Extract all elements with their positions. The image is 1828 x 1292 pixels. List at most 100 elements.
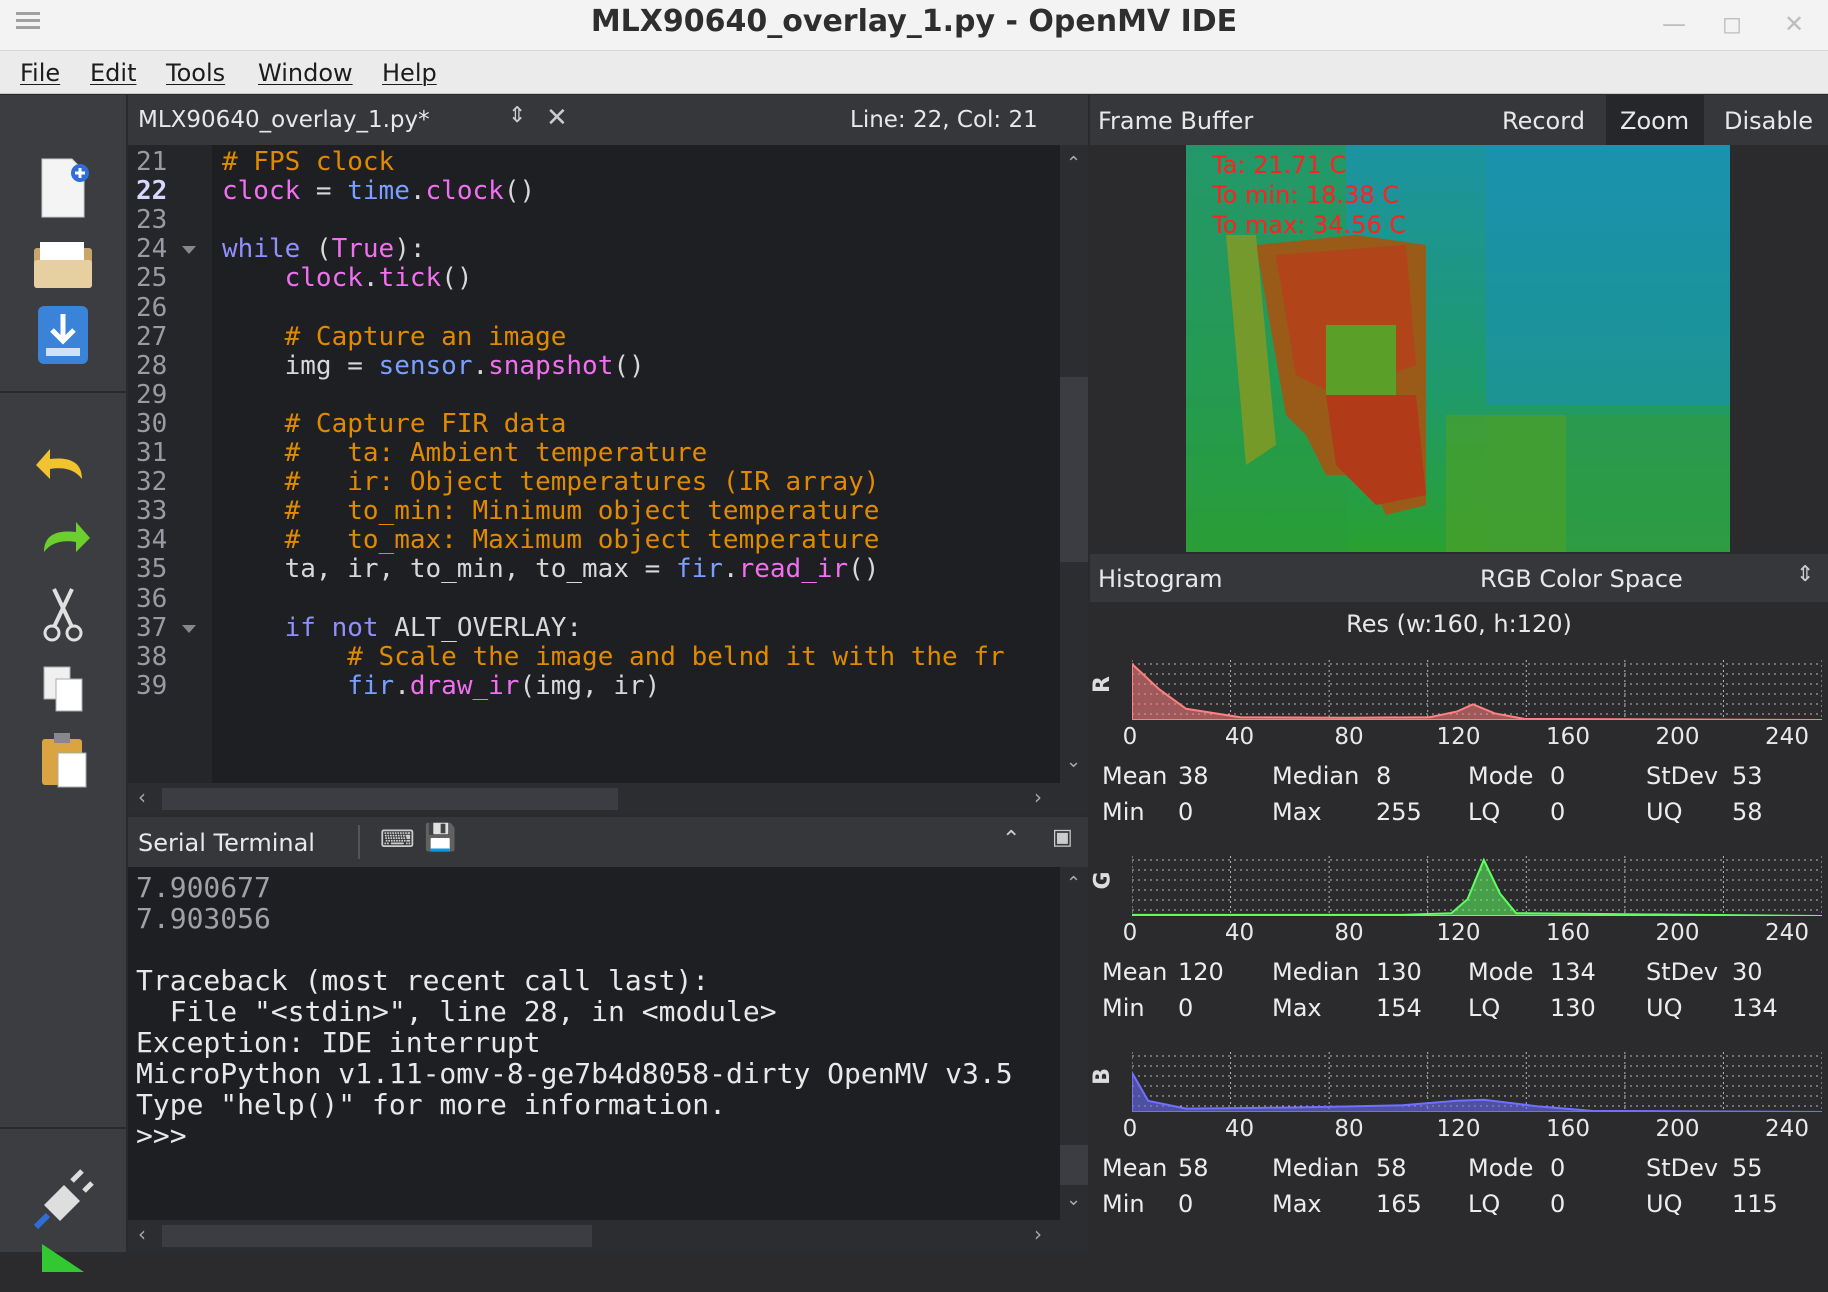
menu-file[interactable]: File xyxy=(20,59,60,87)
histogram-curve xyxy=(1132,662,1822,720)
fold-arrow-icon[interactable] xyxy=(182,246,196,255)
axis-tick-label: 80 xyxy=(1334,920,1364,946)
axis-tick-label: 160 xyxy=(1546,724,1590,750)
copy-icon[interactable] xyxy=(28,653,98,723)
resolution-label: Res (w:160, h:120) xyxy=(1346,610,1572,638)
serial-terminal-output[interactable]: 7.900677 7.903056 Traceback (most recent c… xyxy=(128,867,1060,1220)
redo-icon[interactable] xyxy=(28,506,98,576)
editor-horizontal-scrollbar[interactable]: ‹ › xyxy=(128,783,1088,815)
code-line[interactable]: img = sensor.snapshot() xyxy=(222,351,645,381)
paste-icon[interactable] xyxy=(28,725,98,795)
color-space-select[interactable]: RGB Color Space xyxy=(1480,565,1683,593)
code-line[interactable]: # Capture an image xyxy=(222,322,567,352)
channel-label: G xyxy=(1090,871,1116,890)
save-terminal-icon[interactable]: 💾 xyxy=(424,823,456,853)
stat-name: Median xyxy=(1272,958,1360,986)
frame-buffer-header: Frame Buffer Record Zoom Disable xyxy=(1090,95,1828,145)
axis-tick-label: 160 xyxy=(1546,920,1590,946)
menu-help[interactable]: Help xyxy=(382,59,437,87)
line-number: 39 xyxy=(136,670,168,701)
axis-tick-label: 240 xyxy=(1765,1116,1809,1142)
axis-tick-label: 40 xyxy=(1224,724,1255,750)
clear-terminal-icon[interactable]: ⌨ xyxy=(380,825,415,853)
stat-name: Mode xyxy=(1468,762,1534,790)
editor-vertical-scrollbar[interactable]: ⌃ ⌄ xyxy=(1060,145,1088,783)
code-line[interactable]: while (True): xyxy=(222,234,426,264)
close-window-icon[interactable]: ✕ xyxy=(1784,10,1804,38)
axis-tick-label: 80 xyxy=(1334,724,1364,750)
line-number: 27 xyxy=(136,321,168,352)
run-icon[interactable] xyxy=(28,1222,98,1292)
frame-buffer-panel: Ta: 21.71 C To min: 18.38 C To max: 34.5… xyxy=(1090,145,1828,552)
stat-value: 120 xyxy=(1178,958,1224,986)
code-line[interactable]: fir.draw_ir(img, ir) xyxy=(222,671,660,701)
line-number: 35 xyxy=(136,554,168,585)
code-editor[interactable]: 21 # FPS clock 22 clock = time.clock() 23 24 w… xyxy=(128,145,1060,783)
code-line[interactable]: # Capture FIR data xyxy=(222,409,567,439)
line-number: 32 xyxy=(136,467,168,498)
code-line[interactable]: # FPS clock xyxy=(222,147,394,177)
stat-name: Max xyxy=(1272,994,1322,1022)
frame-buffer-title: Frame Buffer xyxy=(1098,107,1254,135)
histogram-curve xyxy=(1132,857,1822,916)
code-line[interactable]: # Scale the image and belnd it with the … xyxy=(222,642,1004,672)
save-icon[interactable] xyxy=(28,300,98,370)
stat-value: 0 xyxy=(1178,1190,1194,1218)
fold-arrow-icon[interactable] xyxy=(182,624,196,633)
stat-value: 115 xyxy=(1732,1190,1778,1218)
stat-name: Min xyxy=(1102,1190,1145,1218)
terminal-horizontal-scrollbar[interactable]: ‹ › xyxy=(128,1220,1088,1252)
code-line[interactable]: # to_max: Maximum object temperature xyxy=(222,525,880,555)
menu-window[interactable]: Window xyxy=(258,59,353,87)
line-number: 23 xyxy=(136,205,168,236)
minimize-icon[interactable]: — xyxy=(1662,10,1686,38)
axis-tick-label: 80 xyxy=(1334,1116,1364,1142)
code-line[interactable]: # ir: Object temperatures (IR array) xyxy=(222,467,880,497)
stat-value: 0 xyxy=(1550,1154,1566,1182)
code-line[interactable]: ta, ir, to_min, to_max = fir.read_ir() xyxy=(222,554,880,584)
zoom-button[interactable]: Zoom xyxy=(1620,107,1689,135)
menu-tools[interactable]: Tools xyxy=(166,59,225,87)
toolbar-separator xyxy=(0,1127,126,1129)
record-button[interactable]: Record xyxy=(1502,107,1585,135)
collapse-icon[interactable]: ⌃ xyxy=(1002,827,1020,852)
terminal-vertical-scrollbar[interactable]: ⌃ ⌄ xyxy=(1060,867,1088,1220)
stat-value: 130 xyxy=(1550,994,1596,1022)
undock-icon[interactable]: ▣ xyxy=(1052,825,1073,850)
maximize-icon[interactable]: ◻ xyxy=(1722,10,1742,38)
cut-icon[interactable] xyxy=(28,579,98,649)
histogram-plot xyxy=(1132,1052,1822,1112)
terminal-line: 7.903056 xyxy=(136,902,271,935)
stat-name: StDev xyxy=(1646,1154,1719,1182)
terminal-line: Exception: IDE interrupt xyxy=(136,1026,541,1059)
new-file-icon[interactable] xyxy=(28,153,98,223)
code-line[interactable]: if not ALT_OVERLAY: xyxy=(222,613,582,643)
axis-tick-label: 120 xyxy=(1436,920,1481,946)
serial-terminal-header: Serial Terminal ⌨ 💾 ⌃ ▣ xyxy=(128,817,1088,867)
stat-value: 58 xyxy=(1376,1154,1407,1182)
line-number: 24 xyxy=(136,234,168,265)
window-title: MLX90640_overlay_1.py - OpenMV IDE xyxy=(590,4,1238,39)
select-arrows-icon[interactable]: ⇕ xyxy=(1796,562,1814,587)
code-line[interactable]: clock.tick() xyxy=(222,263,473,293)
stat-name: Min xyxy=(1102,994,1145,1022)
cursor-position: Line: 22, Col: 21 xyxy=(850,107,1038,133)
close-file-icon[interactable]: ✕ xyxy=(546,103,568,133)
disable-button[interactable]: Disable xyxy=(1724,107,1813,135)
terminal-line: File "<stdin>", line 28, in <module> xyxy=(136,995,777,1028)
stat-name: Mean xyxy=(1102,958,1168,986)
undo-icon[interactable] xyxy=(28,433,98,503)
code-line[interactable]: clock = time.clock() xyxy=(222,176,535,206)
code-line[interactable]: # to_min: Minimum object temperature xyxy=(222,496,880,526)
axis-tick-label: 200 xyxy=(1655,920,1700,946)
line-number: 28 xyxy=(136,350,168,381)
open-folder-icon[interactable] xyxy=(28,228,98,298)
file-switch-icon[interactable]: ⇕ xyxy=(508,103,526,128)
histogram-panel: Res (w:160, h:120) R 0 40 80 120 160 200 240 Mea… xyxy=(1090,602,1828,1252)
file-tab[interactable]: MLX90640_overlay_1.py* xyxy=(138,107,430,133)
stat-value: 58 xyxy=(1732,798,1763,826)
line-number: 36 xyxy=(136,583,168,614)
code-line[interactable]: # ta: Ambient temperature xyxy=(222,438,708,468)
histogram-header: Histogram RGB Color Space ⇕ xyxy=(1090,554,1828,602)
menu-edit[interactable]: Edit xyxy=(90,59,136,87)
